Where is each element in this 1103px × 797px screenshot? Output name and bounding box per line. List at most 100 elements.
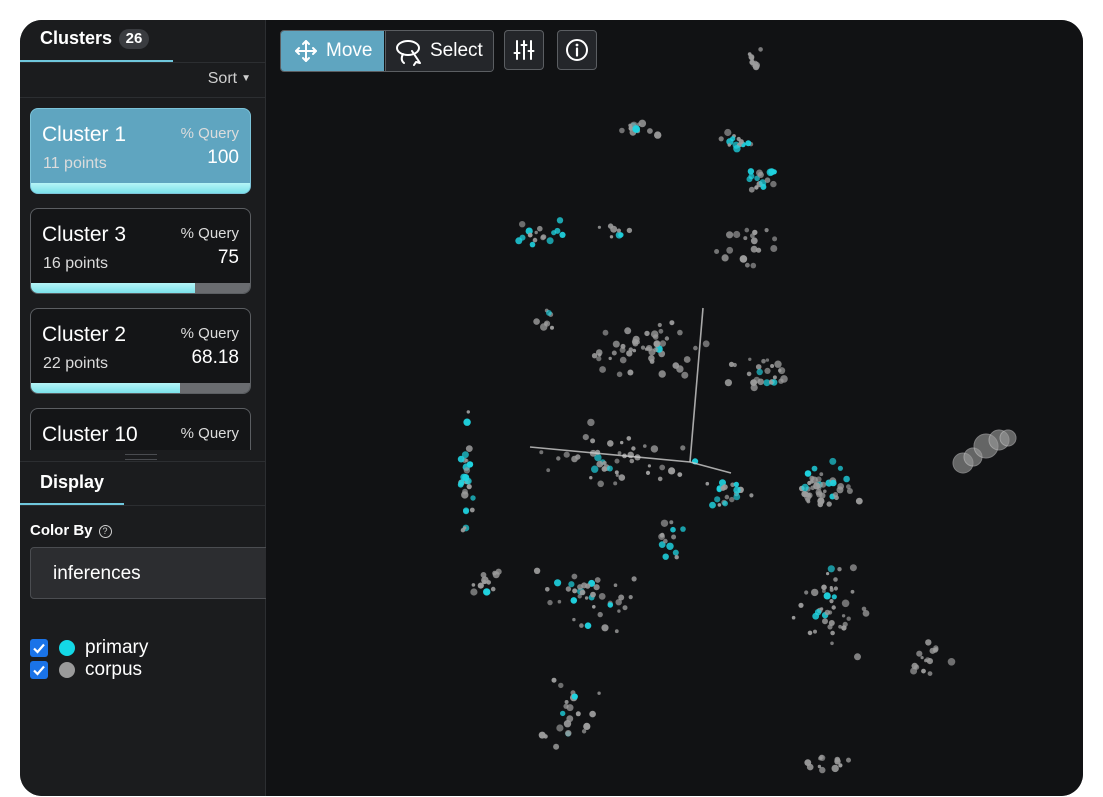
corpus-point [770,245,778,252]
corpus-point [745,262,750,268]
query-percent-bar [31,383,250,393]
point-cloud-viewport[interactable]: Move Select [266,20,1083,796]
corpus-point [926,658,934,665]
corpus-point [611,350,617,356]
point-cloud-canvas[interactable] [266,20,1083,796]
corpus-point [815,476,822,483]
primary-point [670,526,676,533]
primary-point [591,465,599,473]
cluster-card[interactable]: Cluster 2 22 points % Query 68.18 [30,308,251,394]
corpus-point [764,177,771,183]
corpus-point [743,236,748,241]
settings-sliders-button[interactable] [504,30,544,70]
cluster-point-count: 22 points [43,355,108,372]
panel-resize-handle[interactable] [125,454,157,460]
primary-point [546,237,554,245]
clusters-header: Clusters 26 [20,20,265,63]
primary-point [556,217,564,224]
corpus-point [846,616,851,621]
corpus-point [820,481,827,488]
corpus-point [597,480,604,488]
corpus-point [739,255,748,263]
corpus-point [813,629,817,634]
corpus-point [615,473,619,477]
corpus-point [601,624,609,632]
corpus-point [532,237,538,243]
corpus-point [671,534,677,540]
corpus-point [817,501,824,508]
cluster-name: Cluster 2 [42,323,127,346]
corpus-point [746,371,752,377]
corpus-point [750,384,758,392]
cluster-card[interactable]: Cluster 10 % Query [30,408,251,450]
corpus-point [571,455,578,463]
corpus-point [765,358,770,362]
color-by-select[interactable]: inferences [30,547,275,599]
sort-button[interactable]: Sort ▼ [208,70,251,88]
corpus-point [617,451,622,455]
cluster-name: Cluster 1 [42,123,127,146]
corpus-point [593,584,600,591]
corpus-point [658,328,664,334]
corpus-point [614,458,620,464]
select-mode-button[interactable]: Select [385,31,493,71]
corpus-point [717,503,722,507]
help-icon[interactable]: ? [98,525,112,538]
corpus-point [460,528,466,533]
tab-clusters[interactable]: Clusters 26 [20,20,173,62]
sliders-icon [513,40,535,60]
corpus-point [613,481,618,486]
corpus-point [619,127,625,134]
move-mode-button[interactable]: Move [281,31,384,71]
corpus-point [764,228,769,233]
primary-point [811,465,818,472]
primary-point [606,465,613,472]
corpus-point [565,730,572,737]
corpus-point [649,359,655,364]
corpus-point [846,757,851,763]
corpus-point [693,345,698,351]
corpus-point [624,327,632,335]
corpus-point [629,458,635,464]
legend-label-primary: primary [85,637,149,658]
corpus-point [557,599,562,604]
corpus-point [583,722,591,731]
info-button[interactable] [557,30,597,70]
corpus-point [626,436,632,441]
primary-point [662,553,669,560]
corpus-point [791,615,796,620]
corpus-point [829,587,834,592]
corpus-point [849,564,857,572]
axis-line [689,461,732,474]
cluster-card[interactable]: Cluster 3 16 points % Query 75 [30,208,251,294]
primary-point [570,597,578,604]
corpus-point [615,599,622,606]
corpus-point [617,609,621,613]
corpus-point [653,347,659,353]
primary-color-dot [59,640,75,656]
corpus-point [616,371,623,378]
corpus-point [556,724,564,732]
cluster-card[interactable]: Cluster 1 11 points % Query 100 [30,108,251,194]
corpus-point [769,380,774,385]
corpus-point [718,136,724,142]
corpus-point [728,361,735,367]
primary-checkbox[interactable] [30,639,48,657]
corpus-point [608,356,612,361]
tab-display[interactable]: Display [20,462,124,505]
corpus-point [607,440,614,447]
corpus-point [855,497,863,505]
primary-point [554,579,562,587]
corpus-point [657,476,663,482]
corpus-point [590,591,596,598]
query-percent-value: 100 [207,147,239,168]
move-arrows-icon [295,40,317,62]
corpus-point [527,232,533,238]
corpus-checkbox[interactable] [30,661,48,679]
primary-point [730,136,736,142]
primary-point [831,594,837,600]
corpus-point [647,128,653,134]
corpus-point [660,519,669,527]
corpus-point [622,605,628,611]
primary-point [843,475,850,483]
